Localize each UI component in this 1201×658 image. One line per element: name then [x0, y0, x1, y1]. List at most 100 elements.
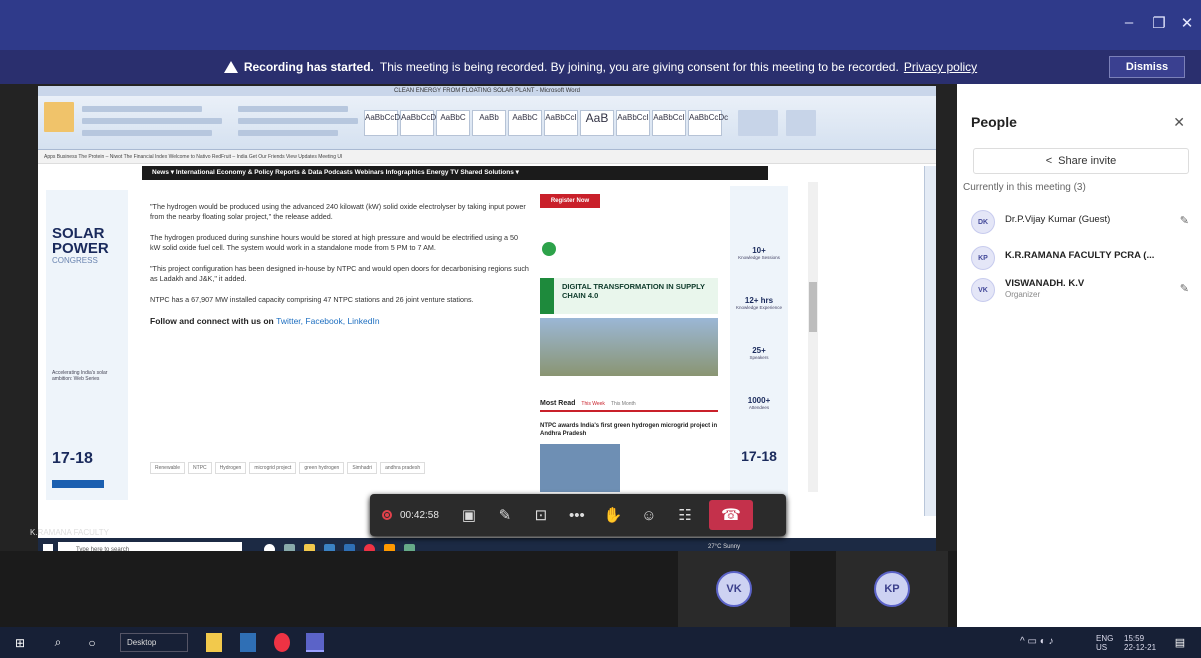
- desktop-toolbar[interactable]: Desktop: [120, 633, 188, 652]
- mic-muted-icon: ✎: [1179, 215, 1189, 227]
- mic-muted-icon: ✎: [1179, 283, 1189, 295]
- mic-button[interactable]: ✎: [487, 494, 523, 536]
- most-read-headline[interactable]: NTPC awards India's first green hydrogen…: [540, 422, 718, 438]
- style-no-spacing[interactable]: AaBbCcDc: [400, 110, 440, 136]
- follow-text: Follow and connect with us on: [150, 316, 274, 326]
- style-heading-1[interactable]: AaBbC: [436, 110, 470, 136]
- style-emphasis[interactable]: AaBbCcI: [652, 110, 686, 136]
- style-heading-2[interactable]: AaBb: [472, 110, 506, 136]
- more-actions-button[interactable]: •••: [559, 494, 595, 536]
- right-ad: 10+ Knowledge Sessions 12+ hrs Knowledge E…: [730, 186, 788, 500]
- warning-icon: [223, 61, 238, 73]
- scroll-thumb[interactable]: [809, 282, 817, 332]
- people-button[interactable]: ☷: [667, 494, 703, 536]
- chrome-icon[interactable]: [274, 633, 290, 652]
- stat-sessions: 10+ Knowledge Sessions: [738, 246, 780, 260]
- stat-speakers: 25+ Speakers: [749, 346, 769, 360]
- register-now-button[interactable]: Register Now: [540, 194, 600, 208]
- call-controls: 00:42:58 ▣ ✎ ⊡ ••• ✋ ☺ ☷ ☎: [370, 494, 786, 536]
- start-icon[interactable]: ⊞: [12, 633, 28, 652]
- close-button[interactable]: ✕: [1176, 14, 1198, 32]
- follow-links[interactable]: Twitter, Facebook, LinkedIn: [276, 316, 379, 326]
- left-ad-button[interactable]: [52, 480, 104, 488]
- most-read-image[interactable]: [540, 444, 620, 492]
- share-invite-button[interactable]: < Share invite: [973, 148, 1189, 174]
- record-icon: [382, 510, 392, 520]
- style-heading-3[interactable]: AaBbC: [508, 110, 542, 136]
- participant-row[interactable]: DK Dr.P.Vijay Kumar (Guest) ✎: [971, 208, 1191, 238]
- web-page: News ▾ International Economy & Policy Re…: [38, 166, 936, 516]
- participant-row[interactable]: KP K.R.RAMANA FACULTY PCRA (...: [971, 244, 1191, 274]
- event-logo-icon: [542, 242, 556, 256]
- participant-role: Organizer: [1005, 290, 1041, 299]
- avatar: VK: [971, 278, 995, 302]
- minimize-button[interactable]: –: [1118, 14, 1140, 31]
- tag[interactable]: microgrid project: [249, 462, 297, 474]
- search-icon[interactable]: ⌕: [50, 633, 66, 652]
- left-ad-blurb: Accelerating India's solar ambition: Web…: [52, 370, 108, 382]
- style-heading-4[interactable]: AaBbCcI: [544, 110, 578, 136]
- system-tray-icons[interactable]: ^ ▭ ◐ ♪: [1020, 637, 1054, 647]
- participant-tile[interactable]: KP: [836, 551, 948, 627]
- right-ad-date: 17-18: [741, 448, 777, 464]
- banner-message: This meeting is being recorded. By joini…: [379, 60, 899, 74]
- paste-icon: [44, 102, 74, 132]
- bookmarks-bar: Apps Business The Protein – Niwot The Fi…: [38, 150, 936, 164]
- clock[interactable]: 15:59 22-12-21: [1124, 634, 1156, 652]
- participant-name: K.R.RAMANA FACULTY PCRA (...: [1005, 250, 1155, 261]
- share-icon: <: [1045, 155, 1053, 167]
- tag[interactable]: andhra pradesh: [380, 462, 426, 474]
- tab-this-week[interactable]: This Week: [581, 401, 605, 407]
- participant-name: Dr.P.Vijay Kumar (Guest): [1005, 214, 1111, 225]
- tag[interactable]: NTPC: [188, 462, 212, 474]
- word-scrollbar[interactable]: [924, 166, 936, 516]
- building-image: [540, 318, 718, 376]
- style-strong[interactable]: AaBbCcDc: [688, 110, 728, 136]
- style-subtitle[interactable]: AaBbCcI: [616, 110, 650, 136]
- input-language[interactable]: ENG US: [1096, 634, 1113, 652]
- participant-row[interactable]: VK VISWANADH. K.V Organizer ✎: [971, 276, 1191, 306]
- cortana-icon[interactable]: ○: [84, 633, 100, 652]
- file-explorer-icon[interactable]: [206, 633, 222, 652]
- shared-screen: CLEAN ENERGY FROM FLOATING SOLAR PLANT -…: [38, 86, 936, 564]
- participant-name: VISWANADH. K.V: [1005, 278, 1085, 289]
- tab-this-month[interactable]: This Month: [611, 401, 636, 407]
- stat-attendees: 1000+ Attendees: [747, 396, 771, 410]
- site-nav[interactable]: News ▾ International Economy & Policy Re…: [142, 166, 768, 180]
- tag[interactable]: Renewable: [150, 462, 186, 474]
- camera-button[interactable]: ▣: [451, 494, 487, 536]
- most-read-title: Most Read: [540, 400, 576, 407]
- style-title[interactable]: AaB: [580, 110, 614, 136]
- tag[interactable]: Simhadri: [347, 462, 378, 474]
- hang-up-button[interactable]: ☎: [708, 500, 753, 530]
- article-body: "The hydrogen would be produced using th…: [150, 202, 530, 337]
- dismiss-button[interactable]: Dismiss: [1109, 56, 1185, 78]
- style-normal[interactable]: AaBbCcDc: [364, 110, 404, 136]
- dt-banner[interactable]: DIGITAL TRANSFORMATION IN SUPPLY CHAIN 4…: [540, 278, 718, 314]
- maximize-button[interactable]: ❐: [1148, 14, 1170, 32]
- teams-icon[interactable]: [306, 633, 324, 652]
- left-ad-title: SOLAR POWER: [52, 225, 109, 257]
- avatar: KP: [874, 571, 910, 607]
- reactions-button[interactable]: ☺: [631, 494, 667, 536]
- left-ad-date: 17-18: [52, 450, 93, 467]
- recording-timer[interactable]: 00:42:58: [370, 510, 451, 521]
- close-icon[interactable]: ✕: [1173, 114, 1185, 131]
- tag[interactable]: Hydrogen: [214, 462, 247, 474]
- tag[interactable]: green hydrogen: [299, 462, 345, 474]
- page-scrollbar[interactable]: [808, 182, 818, 492]
- privacy-policy-link[interactable]: Privacy policy: [904, 60, 977, 74]
- weather-text: 27°C Sunny: [708, 544, 741, 550]
- avatar: KP: [971, 246, 995, 270]
- participant-tile[interactable]: VK: [678, 551, 790, 627]
- word-icon[interactable]: [240, 633, 256, 652]
- raise-hand-button[interactable]: ✋: [595, 494, 631, 536]
- left-ad: SOLAR POWER CONGRESS Accelerating India'…: [46, 190, 128, 500]
- left-ad-subtitle: CONGRESS: [52, 256, 98, 265]
- currently-in-meeting-header[interactable]: Currently in this meeting (3): [963, 182, 1086, 193]
- word-title-bar: CLEAN ENERGY FROM FLOATING SOLAR PLANT -…: [38, 86, 936, 96]
- share-screen-button[interactable]: ⊡: [523, 494, 559, 536]
- notifications-icon[interactable]: ▤: [1172, 633, 1188, 652]
- windows-taskbar: ⊞ ⌕ ○ Desktop ^ ▭ ◐ ♪ ENG US 15:59 22-12-2…: [0, 627, 1201, 658]
- article-paragraph: NTPC has a 67,907 MW installed capacity …: [150, 295, 474, 304]
